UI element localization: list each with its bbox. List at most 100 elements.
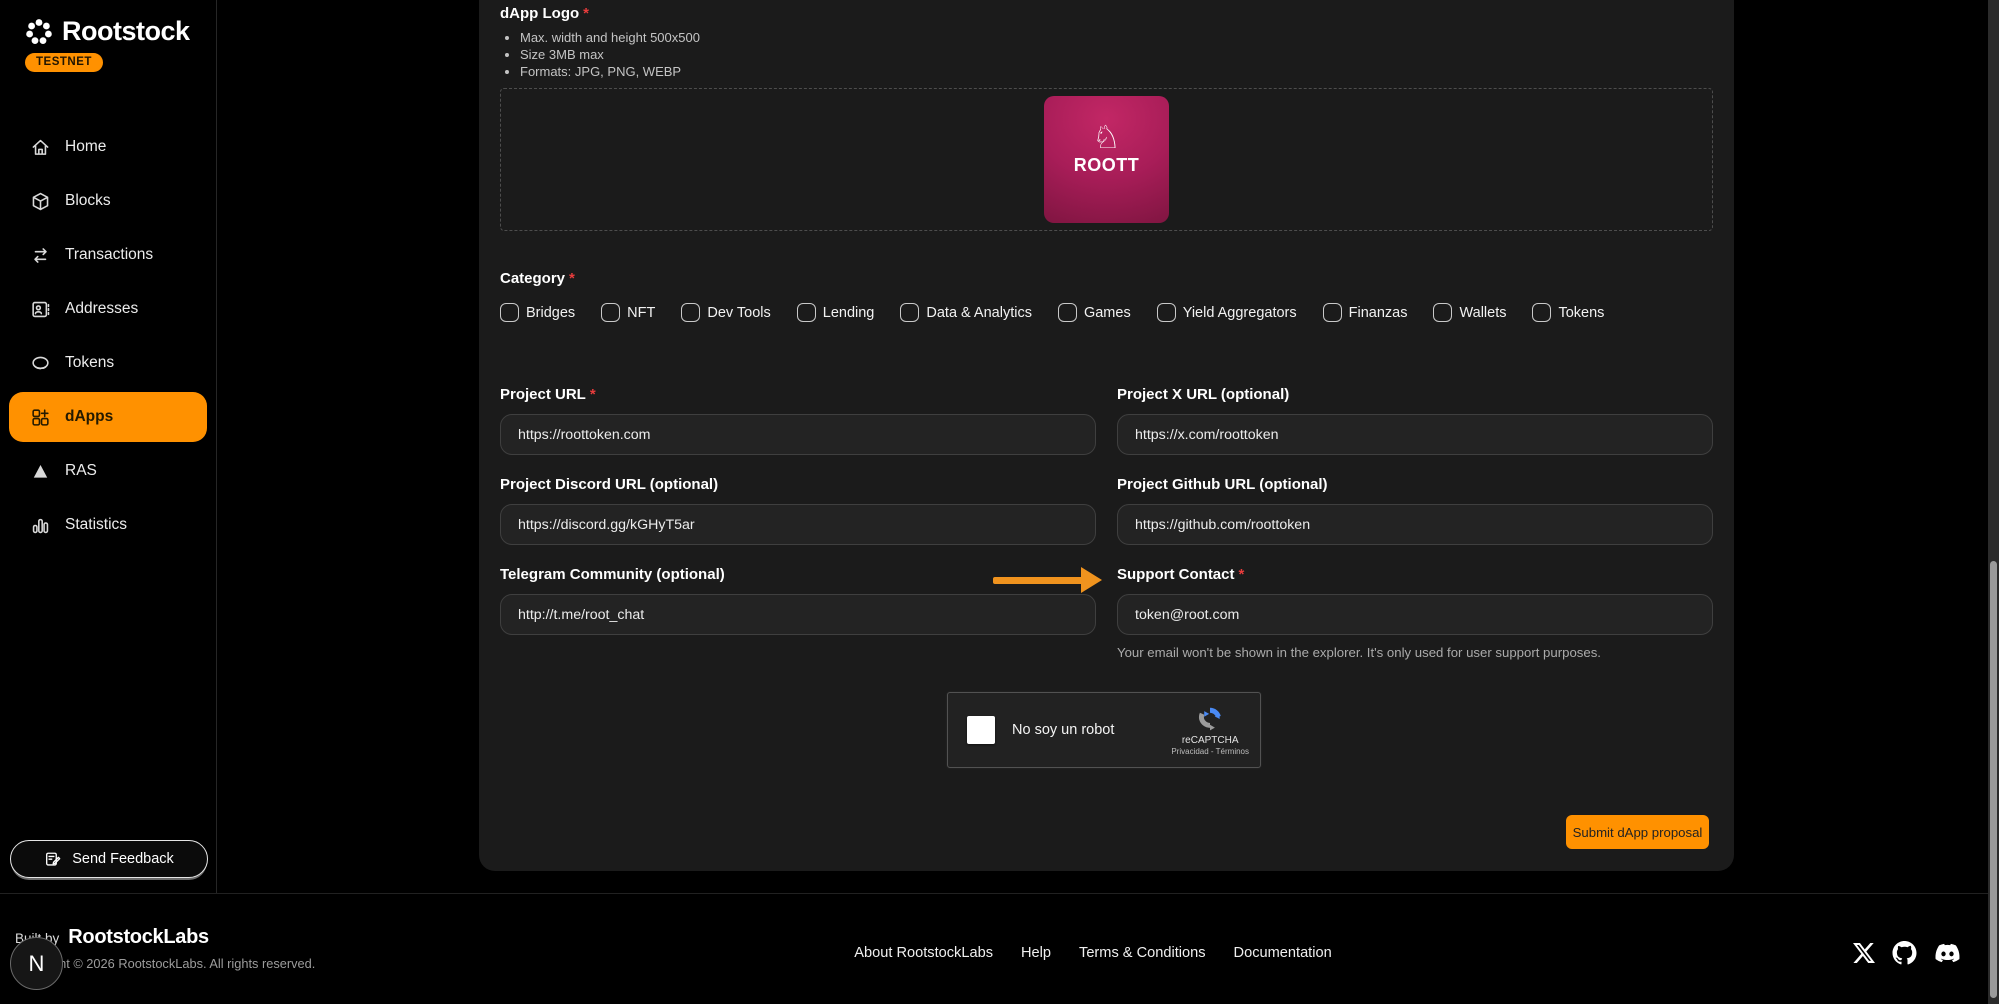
discord-icon[interactable]	[1934, 941, 1961, 965]
category-checkbox-dev-tools[interactable]: Dev Tools	[681, 303, 770, 322]
required-asterisk: *	[583, 5, 589, 22]
category-checkbox-bridges[interactable]: Bridges	[500, 303, 575, 322]
contact-card-icon	[30, 299, 51, 320]
telegram-community-input[interactable]	[500, 594, 1096, 635]
feedback-note-icon	[44, 850, 62, 868]
project-x-url-label: Project X URL (optional)	[1117, 386, 1713, 403]
sidebar-item-dapps[interactable]: dApps	[9, 392, 207, 442]
avatar[interactable]: N	[10, 937, 63, 990]
project-discord-url-field: Project Discord URL (optional)	[500, 476, 1096, 545]
category-checkbox-lending[interactable]: Lending	[797, 303, 875, 322]
category-checkbox-finanzas[interactable]: Finanzas	[1323, 303, 1408, 322]
logo-requirement: Size 3MB max	[520, 46, 700, 63]
x-icon[interactable]	[1853, 941, 1875, 965]
project-github-url-label: Project Github URL (optional)	[1117, 476, 1713, 493]
github-icon[interactable]	[1892, 941, 1917, 965]
logo-requirement: Max. width and height 500x500	[520, 29, 700, 46]
sidebar: Rootstock TESTNET Home Blocks Transactio…	[0, 0, 217, 893]
required-asterisk: *	[590, 386, 596, 403]
sidebar-item-label: dApps	[65, 408, 113, 426]
checkbox	[1433, 303, 1452, 322]
sidebar-nav: Home Blocks Transactions Addresses Token…	[0, 120, 216, 552]
dapp-proposal-form-card: dApp Logo* Max. width and height 500x500…	[479, 0, 1734, 871]
sidebar-item-home[interactable]: Home	[0, 120, 216, 174]
footer-links: About RootstockLabs Help Terms & Conditi…	[854, 945, 1331, 961]
required-asterisk: *	[1239, 566, 1245, 583]
project-github-url-input[interactable]	[1117, 504, 1713, 545]
logo-preview-text: ROOTT	[1074, 155, 1140, 176]
sidebar-item-label: Statistics	[65, 516, 127, 534]
checkbox	[681, 303, 700, 322]
support-contact-helper: Your email won't be shown in the explore…	[1117, 645, 1713, 660]
scrollbar-thumb[interactable]	[1990, 561, 1997, 998]
checkbox	[601, 303, 620, 322]
footer-brand[interactable]: RootstockLabs	[68, 926, 209, 949]
checkbox	[797, 303, 816, 322]
footer: Built by RootstockLabs Copyright © 2026 …	[0, 893, 1999, 1004]
support-contact-field: Support Contact* Your email won't be sho…	[1117, 566, 1713, 660]
sidebar-item-statistics[interactable]: Statistics	[0, 498, 216, 552]
category-label: Category*	[500, 270, 575, 287]
project-discord-url-label: Project Discord URL (optional)	[500, 476, 1096, 493]
sidebar-item-addresses[interactable]: Addresses	[0, 282, 216, 336]
category-checkbox-games[interactable]: Games	[1058, 303, 1131, 322]
support-contact-arrow-annotation	[993, 567, 1103, 593]
support-contact-label: Support Contact*	[1117, 566, 1713, 583]
bar-chart-icon	[30, 515, 51, 536]
triangle-icon	[30, 461, 51, 482]
category-checkbox-yield-aggregators[interactable]: Yield Aggregators	[1157, 303, 1297, 322]
sidebar-item-label: Blocks	[65, 192, 111, 210]
sidebar-item-label: RAS	[65, 462, 97, 480]
category-checkbox-data-analytics[interactable]: Data & Analytics	[900, 303, 1032, 322]
testnet-badge: TESTNET	[25, 53, 103, 72]
sidebar-item-blocks[interactable]: Blocks	[0, 174, 216, 228]
scrollbar-track[interactable]	[1988, 0, 1999, 1004]
footer-link-help[interactable]: Help	[1021, 945, 1051, 961]
logo-requirements-list: Max. width and height 500x500 Size 3MB m…	[520, 29, 700, 80]
footer-link-terms[interactable]: Terms & Conditions	[1079, 945, 1206, 961]
rootstock-explorer-page: Rootstock TESTNET Home Blocks Transactio…	[0, 0, 1999, 1004]
recaptcha-label: No soy un robot	[1012, 722, 1171, 738]
footer-link-documentation[interactable]: Documentation	[1234, 945, 1332, 961]
sidebar-item-label: Home	[65, 138, 106, 156]
swap-arrows-icon	[30, 245, 51, 266]
recaptcha-icon	[1196, 705, 1224, 733]
recaptcha-privacy-terms-links[interactable]: Privacidad - Términos	[1171, 747, 1249, 756]
checkbox	[1532, 303, 1551, 322]
checkbox	[500, 303, 519, 322]
home-icon	[30, 137, 51, 158]
grid-plus-icon	[30, 407, 51, 428]
submit-dapp-proposal-button[interactable]: Submit dApp proposal	[1566, 815, 1709, 849]
checkbox	[900, 303, 919, 322]
social-icons	[1853, 941, 1961, 965]
category-checkbox-wallets[interactable]: Wallets	[1433, 303, 1506, 322]
sidebar-item-transactions[interactable]: Transactions	[0, 228, 216, 282]
recaptcha-brand-text: reCAPTCHA	[1182, 735, 1239, 746]
recaptcha-brand-block: reCAPTCHA Privacidad - Términos	[1171, 705, 1249, 756]
cube-icon	[30, 191, 51, 212]
support-contact-input[interactable]	[1117, 594, 1713, 635]
sidebar-item-label: Transactions	[65, 246, 153, 264]
recaptcha-checkbox[interactable]	[967, 716, 995, 744]
project-github-url-field: Project Github URL (optional)	[1117, 476, 1713, 545]
url-fields-grid: Project URL* Project X URL (optional) Pr…	[500, 386, 1713, 660]
category-checkbox-nft[interactable]: NFT	[601, 303, 655, 322]
knight-icon: ♘	[1092, 121, 1121, 153]
logo-preview: ♘ ROOTT	[1044, 96, 1169, 223]
brand-name: Rootstock	[62, 16, 190, 47]
footer-link-about[interactable]: About RootstockLabs	[854, 945, 993, 961]
dapp-logo-label: dApp Logo*	[500, 5, 589, 22]
send-feedback-button[interactable]: Send Feedback	[10, 840, 208, 878]
logo-upload-dropzone[interactable]: ♘ ROOTT	[500, 88, 1713, 231]
brand[interactable]: Rootstock	[0, 0, 216, 47]
project-discord-url-input[interactable]	[500, 504, 1096, 545]
rootstock-flower-icon	[24, 17, 54, 47]
project-url-input[interactable]	[500, 414, 1096, 455]
project-url-label: Project URL*	[500, 386, 1096, 403]
arrow-head	[1081, 567, 1102, 593]
project-url-field: Project URL*	[500, 386, 1096, 455]
category-checkbox-tokens[interactable]: Tokens	[1532, 303, 1604, 322]
sidebar-item-ras[interactable]: RAS	[0, 444, 216, 498]
project-x-url-input[interactable]	[1117, 414, 1713, 455]
sidebar-item-tokens[interactable]: Tokens	[0, 336, 216, 390]
